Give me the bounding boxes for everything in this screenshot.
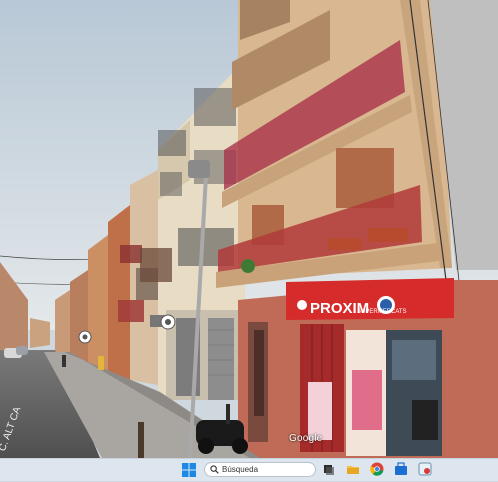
search-icon <box>210 465 219 474</box>
google-watermark: Google <box>289 433 323 444</box>
store-icon[interactable] <box>394 462 408 476</box>
chrome-icon[interactable] <box>370 462 384 476</box>
windows-taskbar: Búsqueda <box>0 458 498 481</box>
app-icon[interactable] <box>418 462 432 476</box>
task-view-icon[interactable] <box>322 462 336 476</box>
balcony-mid-1 <box>194 88 236 126</box>
street-lamp-head <box>188 160 210 178</box>
poster <box>308 382 332 440</box>
search-placeholder: Búsqueda <box>222 465 259 474</box>
windows-start-icon[interactable] <box>182 463 196 477</box>
street-view-panorama[interactable]: PROXIM SUPERMERCATS C. ALT CA Google <box>0 0 498 458</box>
building-far-1 <box>88 235 108 372</box>
street-scene: PROXIM SUPERMERCATS C. ALT CA <box>0 0 498 458</box>
corner-control[interactable] <box>0 0 8 8</box>
file-explorer-icon[interactable] <box>346 462 360 476</box>
store-suffix: SUPERMERCATS <box>357 309 407 315</box>
taskbar-search-box[interactable]: Búsqueda <box>204 462 316 477</box>
